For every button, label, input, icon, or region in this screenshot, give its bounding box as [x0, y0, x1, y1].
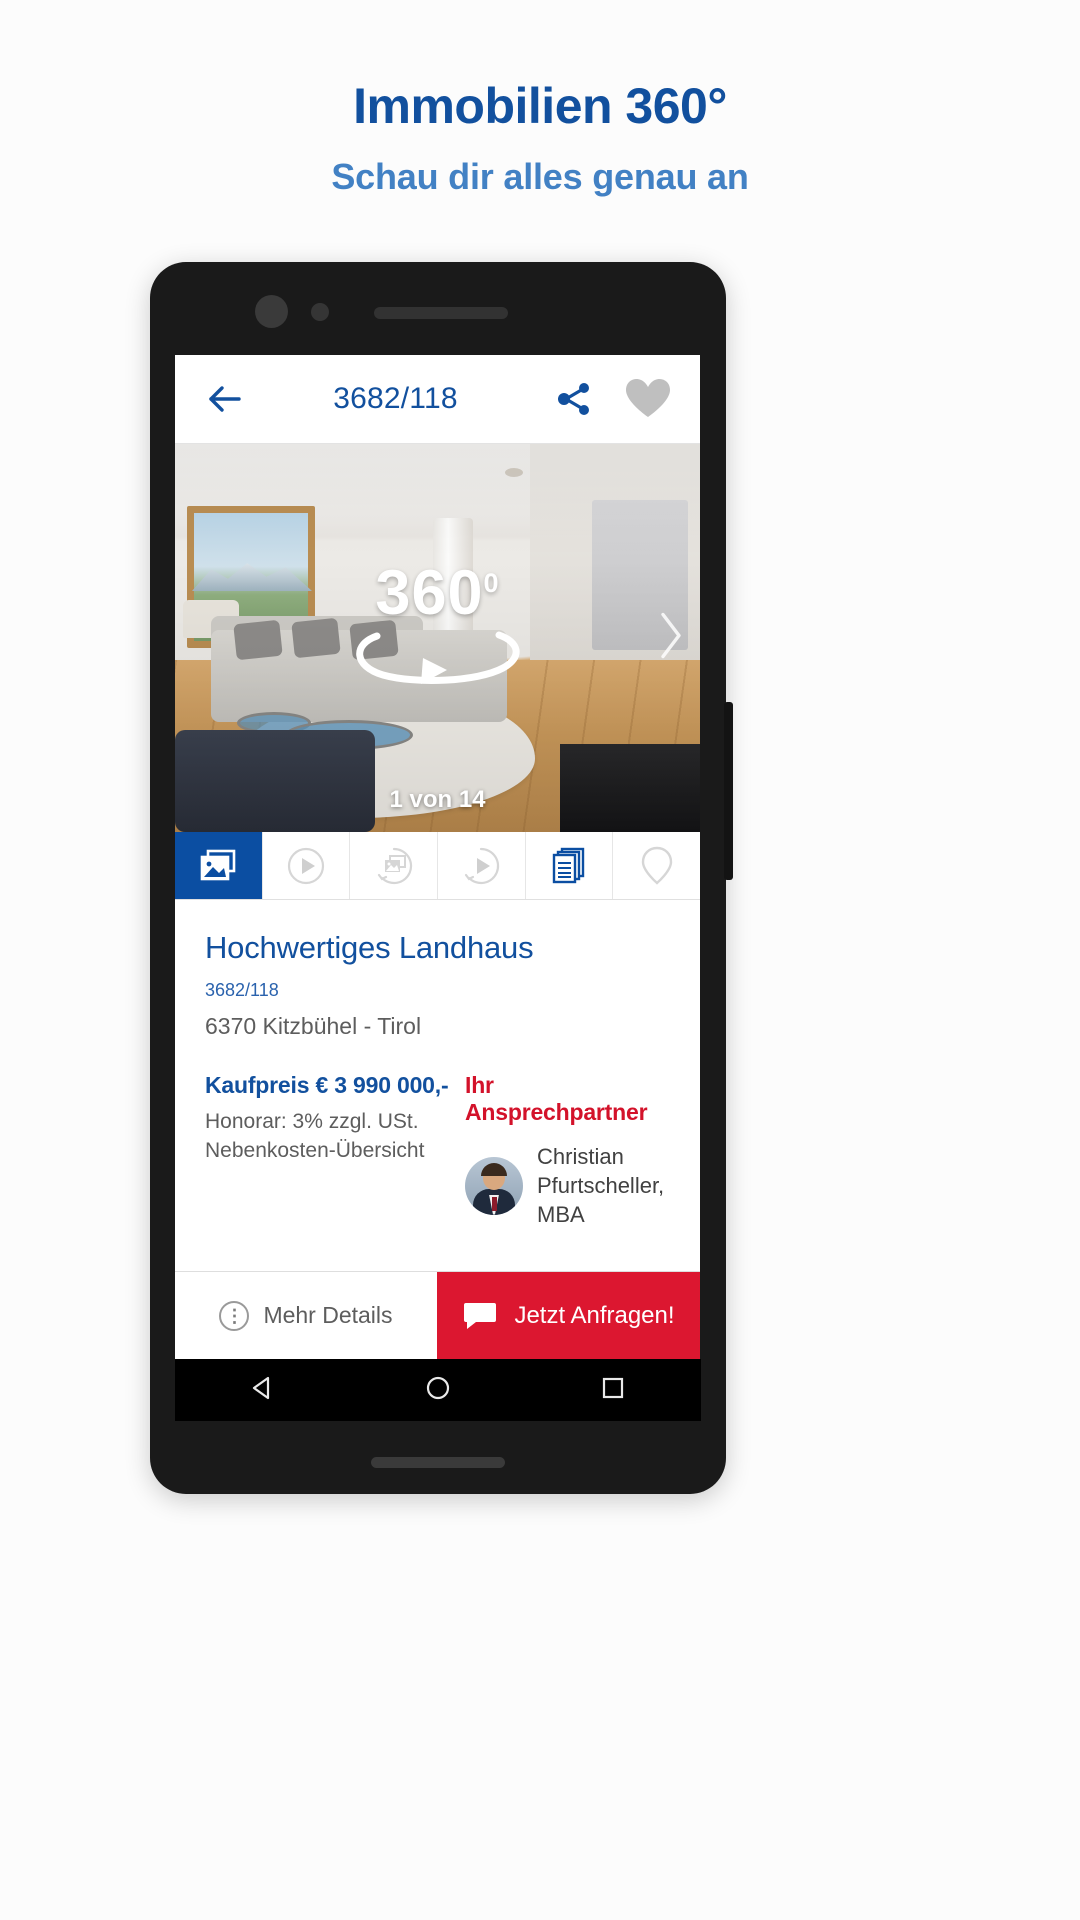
android-back-icon	[252, 1376, 269, 1399]
tab-documents[interactable]	[526, 832, 614, 899]
android-recents-icon	[603, 1377, 624, 1398]
android-recents-button[interactable]	[598, 1373, 628, 1408]
action-bar: ⋮ Mehr Details Jetzt Anfragen!	[175, 1271, 700, 1359]
listing-extra-costs[interactable]: Nebenkosten-Übersicht	[205, 1139, 457, 1163]
agent-name: Christian Pfurtscheller, MBA	[537, 1142, 670, 1229]
listing-reference: 3682/118	[205, 980, 279, 1000]
tab-gallery[interactable]	[175, 832, 263, 899]
listing-location: 6370 Kitzbühel - Tirol	[205, 1013, 422, 1039]
more-details-button[interactable]: ⋮ Mehr Details	[175, 1272, 437, 1359]
agent-row[interactable]: Christian Pfurtscheller, MBA	[465, 1142, 670, 1229]
appbar-actions	[548, 373, 674, 425]
location-pin-icon	[641, 846, 672, 885]
back-button[interactable]	[201, 375, 249, 423]
play-circle-icon	[465, 847, 500, 884]
phone-mockup: 3682/118 3600 1 von 14 Hochwertiges Land…	[150, 262, 733, 1494]
avatar-hair	[481, 1162, 507, 1176]
photo-counter: 1 von 14	[389, 786, 486, 813]
enquire-button[interactable]: Jetzt Anfragen!	[437, 1272, 700, 1359]
agent-heading: Ihr Ansprechpartner	[465, 1072, 648, 1125]
listing-title: Hochwertiges Landhaus	[205, 930, 534, 965]
android-navbar	[175, 1359, 701, 1421]
page-title: Immobilien 360°	[353, 78, 727, 134]
photo-360-icon	[377, 847, 412, 884]
documents-icon	[552, 847, 585, 883]
favorite-button[interactable]	[622, 373, 674, 425]
heart-icon	[626, 379, 670, 417]
arrow-left-icon	[209, 386, 241, 412]
appbar-title: 3682/118	[333, 382, 458, 415]
phone-screen: 3682/118 3600 1 von 14 Hochwertiges Land…	[175, 355, 700, 1359]
media-tabbar	[175, 832, 700, 900]
agent-name-line1: Christian	[537, 1144, 624, 1169]
android-home-button[interactable]	[423, 1373, 453, 1408]
more-details-label: Mehr Details	[263, 1302, 393, 1328]
sensor-icon	[311, 303, 329, 321]
photos-icon	[201, 849, 236, 880]
share-button[interactable]	[548, 373, 600, 425]
listing-columns: Kaufpreis € 3 990 000,- Honorar: 3% zzgl…	[205, 1072, 670, 1229]
promo-header: Immobilien 360° Schau dir alles genau an	[0, 78, 1080, 198]
page-subtitle: Schau dir alles genau an	[331, 156, 749, 197]
android-home-icon	[426, 1376, 450, 1399]
tab-map[interactable]	[613, 832, 700, 899]
agent-name-line2: Pfurtscheller, MBA	[537, 1173, 665, 1228]
earpiece-speaker	[374, 307, 508, 319]
phone-top-bezel	[150, 262, 726, 355]
promo-page: Immobilien 360° Schau dir alles genau an	[0, 0, 1080, 1920]
listing-fee: Honorar: 3% zzgl. USt.	[205, 1110, 419, 1133]
android-back-button[interactable]	[248, 1373, 278, 1408]
photo-shading	[175, 444, 700, 832]
tab-panorama[interactable]	[350, 832, 439, 899]
listing-price: Kaufpreis € 3 990 000,-	[205, 1072, 449, 1098]
hero-photo[interactable]: 3600 1 von 14	[175, 444, 700, 832]
share-icon	[558, 383, 589, 415]
avatar	[465, 1156, 523, 1215]
app-bar: 3682/118	[175, 355, 700, 444]
play-circle-icon	[287, 847, 325, 884]
phone-power-button	[724, 702, 733, 880]
next-photo-button[interactable]	[658, 610, 684, 667]
chevron-right-icon	[661, 612, 681, 659]
chat-bubble-icon	[464, 1302, 497, 1329]
phone-bottom-grip	[371, 1457, 505, 1468]
enquire-label: Jetzt Anfragen!	[514, 1301, 675, 1329]
listing-details: Hochwertiges Landhaus 3682/118 6370 Kitz…	[175, 900, 700, 1229]
price-column: Kaufpreis € 3 990 000,- Honorar: 3% zzgl…	[205, 1072, 457, 1229]
camera-icon	[255, 295, 288, 328]
tab-video-tour[interactable]	[438, 832, 526, 899]
agent-column: Ihr Ansprechpartner Christian Pfurtschel…	[457, 1072, 670, 1229]
tab-video[interactable]	[263, 832, 351, 899]
info-icon: ⋮	[219, 1300, 250, 1331]
avatar-tie	[492, 1196, 497, 1211]
